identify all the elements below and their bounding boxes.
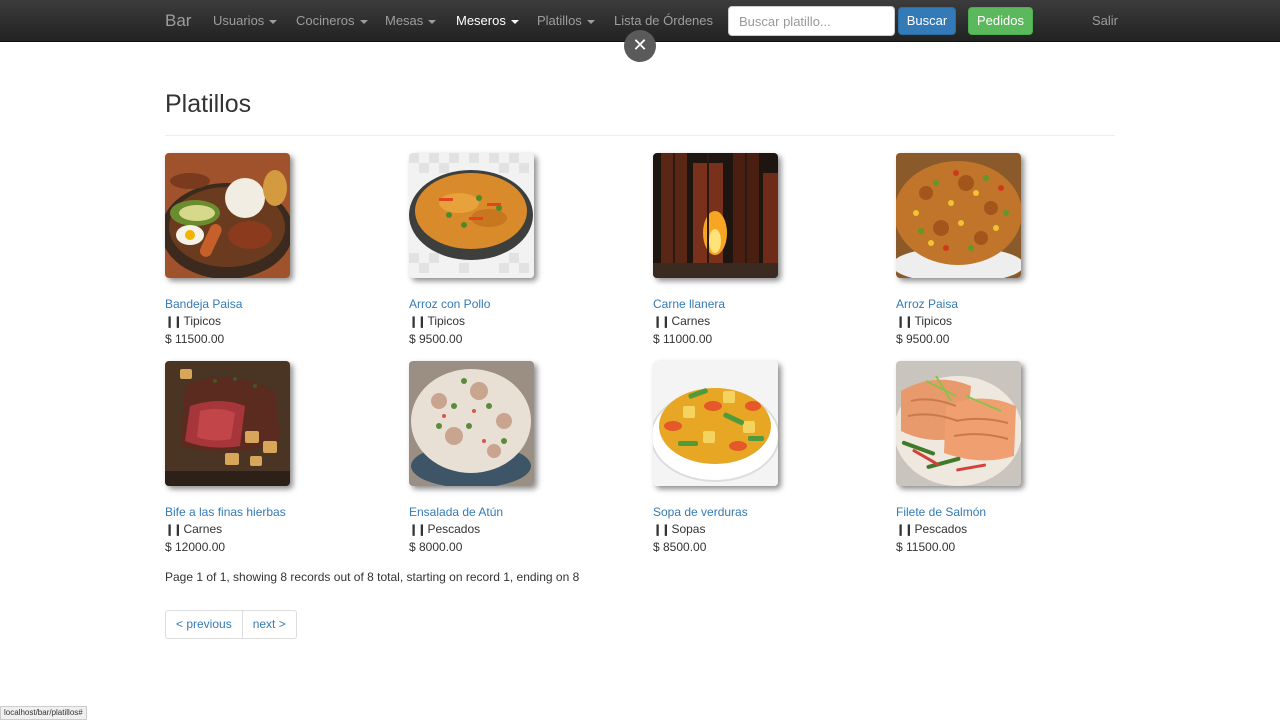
brand-link[interactable]: Bar [165, 11, 191, 31]
dish-category-label: Tipicos [914, 314, 953, 328]
nav-mesas-dropdown[interactable]: Mesas [385, 13, 437, 28]
dish-image-arroz-con-pollo[interactable] [409, 153, 534, 278]
dish-price: $ 11500.00 [896, 540, 956, 554]
dish-card: Arroz con Pollo ❙❙ Tipicos $ 9500.00 [409, 153, 609, 348]
dish-category-label: Carnes [183, 522, 223, 536]
dish-category: ❙❙ Tipicos [896, 313, 1096, 331]
dish-card: Bandeja Paisa ❙❙ Tipicos $ 11500.00 [165, 153, 365, 348]
search-button[interactable]: Buscar [898, 7, 956, 35]
nav-lista-ordenes-link[interactable]: Lista de Órdenes [614, 13, 713, 28]
nav-meseros-dropdown[interactable]: Meseros [456, 13, 519, 28]
dish-image-bife-finas-hierbas[interactable] [165, 361, 290, 486]
dish-image-carne-llanera[interactable] [653, 153, 778, 278]
caret-down-icon [359, 19, 368, 24]
dish-card: Carne llanera ❙❙ Carnes $ 11000.00 [653, 153, 853, 348]
dish-category-label: Sopas [671, 522, 706, 536]
nav-platillos-dropdown[interactable]: Platillos [537, 13, 595, 28]
dish-price: $ 11500.00 [165, 332, 225, 346]
page-title: Platillos [165, 90, 252, 118]
nav-meseros-label: Meseros [456, 13, 506, 28]
dish-price: $ 12000.00 [165, 540, 226, 554]
dish-card: Arroz Paisa ❙❙ Tipicos $ 9500.00 [896, 153, 1096, 348]
cutlery-icon: ❙❙ [896, 316, 913, 328]
dish-name-link[interactable]: Bife a las finas hierbas [165, 504, 365, 521]
dish-image-sopa-verduras[interactable] [653, 361, 778, 486]
dish-category-label: Carnes [671, 314, 711, 328]
dish-category: ❙❙ Carnes [653, 313, 853, 331]
caret-down-icon [428, 19, 437, 24]
cutlery-icon: ❙❙ [653, 316, 670, 328]
dish-price: $ 9500.00 [896, 332, 950, 346]
nav-usuarios-label: Usuarios [213, 13, 265, 28]
nav-cocineros-label: Cocineros [296, 13, 355, 28]
logout-link[interactable]: Salir [1092, 13, 1118, 28]
dish-price: $ 11000.00 [653, 332, 713, 346]
nav-mesas-label: Mesas [385, 13, 424, 28]
dish-name-link[interactable]: Carne llanera [653, 296, 853, 313]
dish-category: ❙❙ Carnes [165, 521, 365, 539]
cutlery-icon: ❙❙ [653, 524, 670, 536]
dish-card: Sopa de verduras ❙❙ Sopas $ 8500.00 [653, 361, 853, 556]
previous-page-button[interactable]: < previous [166, 611, 242, 638]
orders-button[interactable]: Pedidos [968, 7, 1033, 35]
nav-cocineros-dropdown[interactable]: Cocineros [296, 13, 368, 28]
dish-category-label: Tipicos [183, 314, 222, 328]
dish-category: ❙❙ Tipicos [165, 313, 365, 331]
cutlery-icon: ❙❙ [896, 524, 913, 536]
dish-category: ❙❙ Pescados [409, 521, 609, 539]
pager: < previous next > [165, 610, 297, 639]
dish-name-link[interactable]: Arroz con Pollo [409, 296, 609, 313]
cutlery-icon: ❙❙ [165, 524, 182, 536]
search-input[interactable] [728, 6, 895, 36]
dish-price: $ 8000.00 [409, 540, 463, 554]
dish-image-arroz-paisa[interactable] [896, 153, 1021, 278]
pagination-info: Page 1 of 1, showing 8 records out of 8 … [165, 570, 580, 584]
nav-platillos-label: Platillos [537, 13, 582, 28]
dish-card: Filete de Salmón ❙❙ Pescados $ 11500.00 [896, 361, 1096, 556]
dish-image-filete-salmon[interactable] [896, 361, 1021, 486]
dish-name-link[interactable]: Arroz Paisa [896, 296, 1096, 313]
dish-category-label: Tipicos [427, 314, 466, 328]
dish-price: $ 9500.00 [409, 332, 463, 346]
status-bar-url: localhost/bar/platillos# [0, 706, 87, 720]
dish-image-bandeja-paisa[interactable] [165, 153, 290, 278]
dish-category: ❙❙ Sopas [653, 521, 853, 539]
dish-name-link[interactable]: Ensalada de Atún [409, 504, 609, 521]
next-page-button[interactable]: next > [241, 611, 296, 638]
title-divider [165, 135, 1115, 136]
dish-category: ❙❙ Tipicos [409, 313, 609, 331]
dish-name-link[interactable]: Filete de Salmón [896, 504, 1096, 521]
cutlery-icon: ❙❙ [165, 316, 182, 328]
cutlery-icon: ❙❙ [409, 316, 426, 328]
dish-category: ❙❙ Pescados [896, 521, 1096, 539]
dish-card: Bife a las finas hierbas ❙❙ Carnes $ 1200… [165, 361, 365, 556]
dish-image-ensalada-atun[interactable] [409, 361, 534, 486]
dish-name-link[interactable]: Bandeja Paisa [165, 296, 365, 313]
nav-usuarios-dropdown[interactable]: Usuarios [213, 13, 278, 28]
caret-down-icon [510, 19, 519, 24]
dish-card: Ensalada de Atún ❙❙ Pescados $ 8000.00 [409, 361, 609, 556]
caret-down-icon [269, 19, 278, 24]
cutlery-icon: ❙❙ [409, 524, 426, 536]
dish-category-label: Pescados [427, 522, 481, 536]
nav-lista-ordenes-label: Lista de Órdenes [614, 13, 714, 28]
close-icon[interactable]: ✕ [624, 30, 656, 62]
dish-category-label: Pescados [914, 522, 968, 536]
caret-down-icon [586, 19, 595, 24]
dish-name-link[interactable]: Sopa de verduras [653, 504, 853, 521]
dish-price: $ 8500.00 [653, 540, 707, 554]
